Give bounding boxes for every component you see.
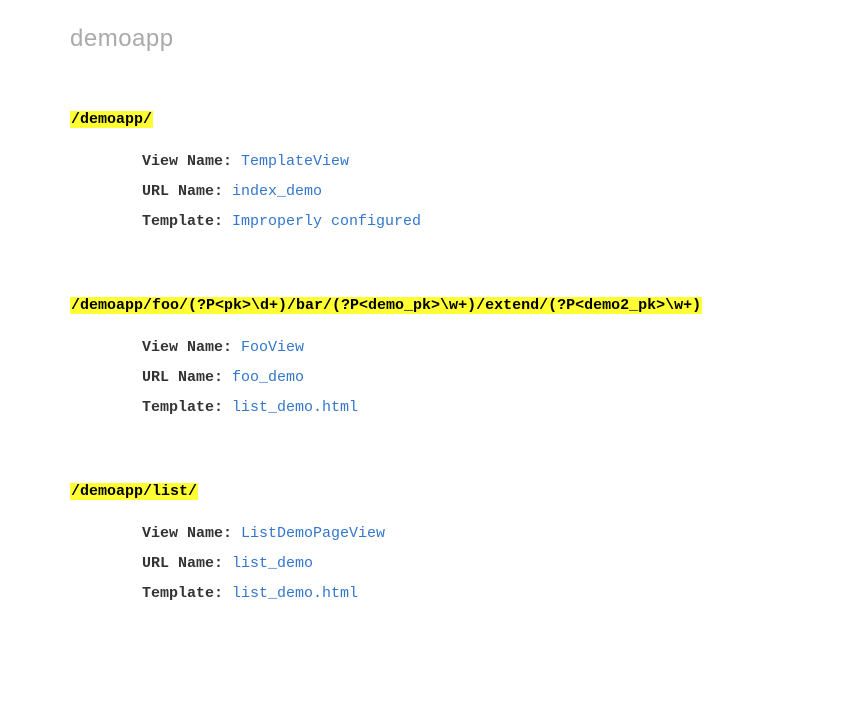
detail-row-view-name: View Name: ListDemoPageView bbox=[142, 522, 844, 546]
template-label: Template: bbox=[142, 585, 223, 602]
route-block: /demoapp/foo/(?P<pk>\d+)/bar/(?P<demo_pk… bbox=[70, 294, 844, 420]
url-name-value: foo_demo bbox=[232, 369, 304, 386]
url-name-value: index_demo bbox=[232, 183, 322, 200]
detail-row-url-name: URL Name: index_demo bbox=[142, 180, 844, 204]
view-name-label: View Name: bbox=[142, 339, 232, 356]
view-name-value: TemplateView bbox=[241, 153, 349, 170]
view-name-value: ListDemoPageView bbox=[241, 525, 385, 542]
view-name-label: View Name: bbox=[142, 525, 232, 542]
url-name-label: URL Name: bbox=[142, 369, 223, 386]
template-label: Template: bbox=[142, 213, 223, 230]
detail-row-template: Template: list_demo.html bbox=[142, 396, 844, 420]
route-block: /demoapp/list/ View Name: ListDemoPageVi… bbox=[70, 480, 844, 606]
detail-row-template: Template: Improperly configured bbox=[142, 210, 844, 234]
view-name-value: FooView bbox=[241, 339, 304, 356]
url-name-value: list_demo bbox=[232, 555, 313, 572]
route-details: View Name: TemplateView URL Name: index_… bbox=[142, 150, 844, 234]
detail-row-view-name: View Name: TemplateView bbox=[142, 150, 844, 174]
template-value: list_demo.html bbox=[232, 585, 358, 602]
page-title: demoapp bbox=[70, 20, 844, 58]
template-label: Template: bbox=[142, 399, 223, 416]
detail-row-url-name: URL Name: foo_demo bbox=[142, 366, 844, 390]
detail-row-url-name: URL Name: list_demo bbox=[142, 552, 844, 576]
url-name-label: URL Name: bbox=[142, 555, 223, 572]
route-details: View Name: ListDemoPageView URL Name: li… bbox=[142, 522, 844, 606]
route-path: /demoapp/list/ bbox=[70, 483, 198, 500]
url-name-label: URL Name: bbox=[142, 183, 223, 200]
route-path: /demoapp/foo/(?P<pk>\d+)/bar/(?P<demo_pk… bbox=[70, 297, 702, 314]
template-value: list_demo.html bbox=[232, 399, 358, 416]
route-details: View Name: FooView URL Name: foo_demo Te… bbox=[142, 336, 844, 420]
route-path: /demoapp/ bbox=[70, 111, 153, 128]
detail-row-template: Template: list_demo.html bbox=[142, 582, 844, 606]
detail-row-view-name: View Name: FooView bbox=[142, 336, 844, 360]
route-block: /demoapp/ View Name: TemplateView URL Na… bbox=[70, 108, 844, 234]
template-value: Improperly configured bbox=[232, 213, 421, 230]
view-name-label: View Name: bbox=[142, 153, 232, 170]
